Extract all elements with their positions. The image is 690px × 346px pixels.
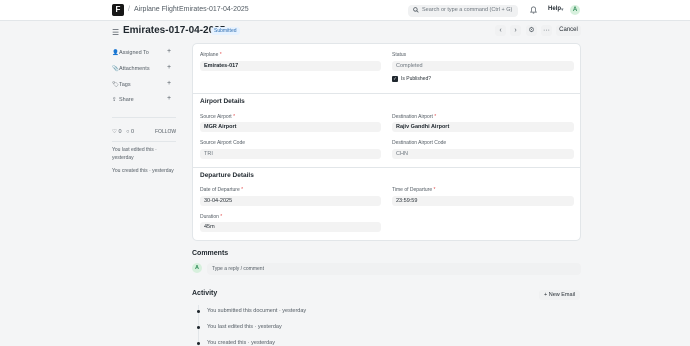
search-bar[interactable]: Search or type a command (Ctrl + G) [408, 5, 518, 17]
add-share-icon[interactable]: + [167, 95, 171, 102]
destination-airport-label: Destination Airport * [392, 114, 437, 120]
previous-doc-button[interactable]: ‹ [495, 25, 506, 36]
source-airport-code-label: Source Airport Code [200, 140, 246, 146]
time-of-departure-label: Time of Departure * [392, 187, 436, 193]
section-divider [193, 167, 580, 168]
avatar: A [192, 263, 202, 273]
menu-icon[interactable]: ☰ [112, 28, 119, 37]
more-options-button[interactable]: ··· [541, 25, 552, 36]
sidebar-divider [112, 141, 176, 142]
date-of-departure-field[interactable]: 30-04-2025 [200, 196, 381, 206]
follow-button[interactable]: FOLLOW [155, 129, 176, 135]
section-divider [193, 93, 580, 94]
help-menu[interactable]: Help [548, 6, 561, 12]
destination-airport-field[interactable]: Rajiv Gandhi Airport [392, 122, 574, 132]
status-label: Status [392, 52, 407, 58]
add-tag-icon[interactable]: + [167, 80, 171, 87]
airport-details-heading: Airport Details [200, 98, 245, 105]
activity-dot [197, 342, 200, 345]
airplane-label: Airplane * [200, 52, 222, 58]
search-icon [413, 7, 419, 13]
activity-item: You submitted this document · yesterday [207, 308, 307, 314]
search-placeholder: Search or type a command (Ctrl + G) [422, 7, 513, 13]
destination-airport-code-field: CHN [392, 149, 574, 159]
settings-button[interactable]: ⚙ [526, 25, 537, 36]
created-text: You created this · yesterday [112, 168, 174, 174]
cancel-button[interactable]: Cancel [556, 25, 581, 36]
time-of-departure-field[interactable]: 23:59:59 [392, 196, 574, 206]
likes-count: 0 [118, 129, 122, 135]
new-email-button[interactable]: + New Email [539, 290, 580, 300]
destination-airport-code-label: Destination Airport Code [392, 140, 447, 146]
departure-details-heading: Departure Details [200, 172, 254, 179]
duration-field[interactable]: 45m [200, 222, 381, 232]
chevron-down-icon: ▾ [561, 7, 564, 13]
tag-icon: 🏷 [112, 82, 119, 88]
last-edited-text: You last edited this · yesterday [112, 147, 157, 161]
sidebar-item-attachments[interactable]: 📎Attachments [112, 66, 150, 72]
paperclip-icon: 📎 [112, 66, 119, 72]
activity-dot [197, 326, 200, 329]
comments-heading: Comments [192, 250, 229, 257]
form-card: Airplane * Emirates-017 Status Completed… [192, 43, 581, 241]
user-avatar[interactable]: A [570, 5, 580, 15]
page-title: Emirates-017-04-2025 [123, 25, 226, 36]
activity-item: You created this · yesterday [207, 340, 275, 346]
source-airport-label: Source Airport * [200, 114, 236, 120]
sidebar-item-assigned-to[interactable]: 👤Assigned To [112, 50, 149, 56]
source-airport-code-field: TRI [200, 149, 381, 159]
sidebar-counts: ♡ 0 ○ 0 [112, 129, 134, 135]
breadcrumb-separator: / [173, 6, 175, 13]
activity-heading: Activity [192, 290, 218, 297]
user-icon: 👤 [112, 50, 119, 56]
app-logo[interactable]: F [112, 4, 124, 16]
activity-dot [197, 310, 200, 313]
comment-icon[interactable]: ○ [126, 129, 129, 135]
is-published-label: Is Published? [401, 76, 432, 82]
sidebar-item-share[interactable]: ⇪ Share [112, 97, 134, 103]
add-attachment-icon[interactable]: + [167, 64, 171, 71]
breadcrumb-current-doc[interactable]: Emirates-017-04-2025 [179, 6, 249, 13]
is-published-checkbox[interactable]: ✓ [392, 76, 398, 82]
status-badge: Submitted [211, 27, 240, 35]
source-airport-field[interactable]: MGR Airport [200, 122, 381, 132]
breadcrumb-separator: / [128, 6, 130, 13]
comment-input[interactable]: Type a reply / comment [207, 263, 581, 275]
add-assignee-icon[interactable]: + [167, 48, 171, 55]
activity-item: You last edited this · yesterday [207, 324, 282, 330]
bell-icon[interactable] [530, 6, 537, 14]
sidebar-item-tags[interactable]: 🏷Tags [112, 82, 131, 88]
airplane-field[interactable]: Emirates-017 [200, 61, 381, 71]
share-icon: ⇪ [112, 97, 117, 103]
date-of-departure-label: Date of Departure * [200, 187, 244, 193]
status-field: Completed [392, 61, 574, 71]
next-doc-button[interactable]: › [510, 25, 521, 36]
duration-label: Duration * [200, 214, 223, 220]
comments-count: 0 [130, 129, 135, 135]
heart-icon[interactable]: ♡ [112, 129, 117, 135]
top-navbar: F / Airplane Flight / Emirates-017-04-20… [0, 0, 690, 21]
sidebar-divider [112, 117, 176, 118]
